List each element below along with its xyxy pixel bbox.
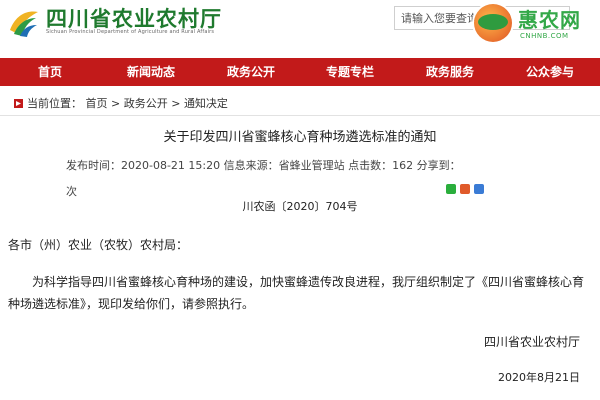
- article-meta: 发布时间：2020-08-21 15:20 信息来源：省蜂业管理站 点击数：16…: [66, 159, 461, 172]
- qzone-share-icon[interactable]: [474, 184, 484, 194]
- breadcrumb-home-link[interactable]: 首页: [86, 97, 108, 110]
- nav-item-special-topics[interactable]: 专题专栏: [300, 58, 400, 86]
- breadcrumb-separator: >: [111, 97, 124, 110]
- nav-item-gov-affairs[interactable]: 政务公开: [202, 58, 300, 86]
- badge-name: 惠农网: [518, 8, 581, 32]
- article-meta-suffix: 次: [66, 185, 77, 198]
- watermark-badge: 惠农网 CNHNB.COM: [468, 2, 600, 46]
- badge-domain: CNHNB.COM: [520, 32, 569, 40]
- article-title: 关于印发四川省蜜蜂核心育种场遴选标准的通知: [163, 130, 437, 145]
- nav-item-services[interactable]: 政务服务: [400, 58, 500, 86]
- addressee: 各市（州）农业（农牧）农村局：: [8, 238, 189, 252]
- breadcrumb-notices-link[interactable]: 通知决定: [184, 97, 228, 110]
- breadcrumb: 当前位置： 首页 > 政务公开 > 通知决定: [27, 95, 228, 111]
- body-paragraph: 为科学指导四川省蜜蜂核心育种场的建设，加快蜜蜂遗传改良进程，我厅组织制定了《四川…: [8, 275, 585, 311]
- divider: [0, 115, 600, 116]
- nav-item-home[interactable]: 首页: [0, 58, 100, 86]
- main-nav: 首页 新闻动态 政务公开 专题专栏 政务服务 公众参与: [0, 58, 600, 86]
- wechat-share-icon[interactable]: [446, 184, 456, 194]
- issue-date: 2020年8月21日: [498, 371, 580, 384]
- signature: 四川省农业农村厅: [483, 335, 580, 349]
- site-subtitle: Sichuan Provincial Department of Agricul…: [46, 29, 215, 35]
- weibo-share-icon[interactable]: [460, 184, 470, 194]
- breadcrumb-separator: >: [171, 97, 184, 110]
- badge-leaf-icon: [478, 14, 508, 30]
- nav-item-participation[interactable]: 公众参与: [500, 58, 600, 86]
- document-number: 川农函〔2020〕704号: [242, 200, 358, 213]
- breadcrumb-gov-affairs-link[interactable]: 政务公开: [124, 97, 168, 110]
- breadcrumb-prefix: 当前位置：: [27, 97, 82, 110]
- ministry-logo-icon[interactable]: [6, 4, 42, 40]
- site-header: 四川省农业农村厅 Sichuan Provincial Department o…: [0, 0, 600, 58]
- nav-item-news[interactable]: 新闻动态: [100, 58, 202, 86]
- location-icon: [14, 99, 23, 108]
- share-icons: [446, 184, 484, 194]
